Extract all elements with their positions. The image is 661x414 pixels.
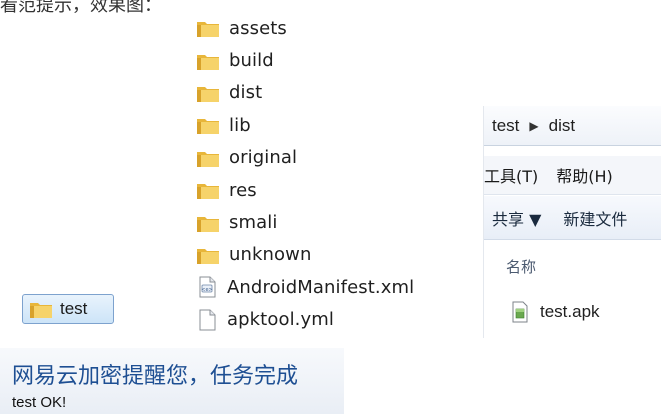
list-item-label: build <box>229 50 274 72</box>
share-button[interactable]: 共享 ▼ <box>492 206 541 230</box>
breadcrumb-item[interactable]: test <box>492 116 519 136</box>
notification-message: test OK! <box>12 394 67 411</box>
list-item-label: apktool.yml <box>227 309 334 331</box>
menu-bar: 工具(T) 帮助(H) <box>484 156 661 195</box>
svg-text:<e>: <e> <box>201 287 212 293</box>
list-item-label: dist <box>229 82 263 104</box>
list-item[interactable]: apktool.yml <box>196 304 446 336</box>
breadcrumb-item[interactable]: dist <box>549 116 575 136</box>
xml-file-icon: <e> <box>196 276 218 298</box>
list-item[interactable]: unknown <box>196 239 446 271</box>
notification-title: 网易云加密提醒您，任务完成 <box>12 364 299 389</box>
folder-icon <box>29 299 53 319</box>
folder-icon <box>196 148 220 168</box>
list-item[interactable]: lib <box>196 109 446 141</box>
list-item[interactable]: original <box>196 142 446 174</box>
apk-file-icon <box>510 301 532 323</box>
list-item[interactable]: test.apk <box>510 301 600 323</box>
folder-icon <box>196 18 220 38</box>
list-item-label: unknown <box>229 244 312 266</box>
column-header-name[interactable]: 名称 <box>506 256 536 277</box>
list-item[interactable]: res <box>196 174 446 206</box>
folder-icon <box>196 115 220 135</box>
list-item-label: res <box>229 179 257 201</box>
chevron-right-icon[interactable]: ▶ <box>529 119 538 133</box>
folder-icon <box>196 51 220 71</box>
folder-icon <box>196 213 220 233</box>
folder-label: test <box>60 299 88 318</box>
list-item-label: smali <box>229 212 278 234</box>
list-item-label: assets <box>229 17 287 39</box>
menu-tools[interactable]: 工具(T) <box>484 163 538 187</box>
file-icon <box>196 309 218 331</box>
selected-folder-test[interactable]: test <box>22 294 114 324</box>
list-item[interactable]: <e> AndroidManifest.xml <box>196 271 446 303</box>
menu-help[interactable]: 帮助(H) <box>556 163 613 187</box>
list-item[interactable]: assets <box>196 12 446 44</box>
new-folder-button[interactable]: 新建文件 <box>563 206 627 230</box>
explorer-fragment: test ▶ dist 工具(T) 帮助(H) 共享 ▼ 新建文件 名称 tes… <box>483 106 661 338</box>
list-item-label: original <box>229 147 298 169</box>
folder-icon <box>196 180 220 200</box>
list-item[interactable]: build <box>196 44 446 76</box>
toolbar: 共享 ▼ 新建文件 <box>484 196 661 240</box>
notification[interactable]: 网易云加密提醒您，任务完成 test OK! <box>0 348 344 414</box>
folder-icon <box>196 245 220 265</box>
file-list: assets build dist lib original res smali… <box>196 12 446 336</box>
breadcrumb[interactable]: test ▶ dist <box>484 106 661 146</box>
list-item-label: lib <box>229 114 251 136</box>
folder-icon <box>196 83 220 103</box>
list-item[interactable]: smali <box>196 206 446 238</box>
list-item-label: AndroidManifest.xml <box>227 276 415 298</box>
list-item[interactable]: dist <box>196 77 446 109</box>
list-item-label: test.apk <box>540 302 600 321</box>
